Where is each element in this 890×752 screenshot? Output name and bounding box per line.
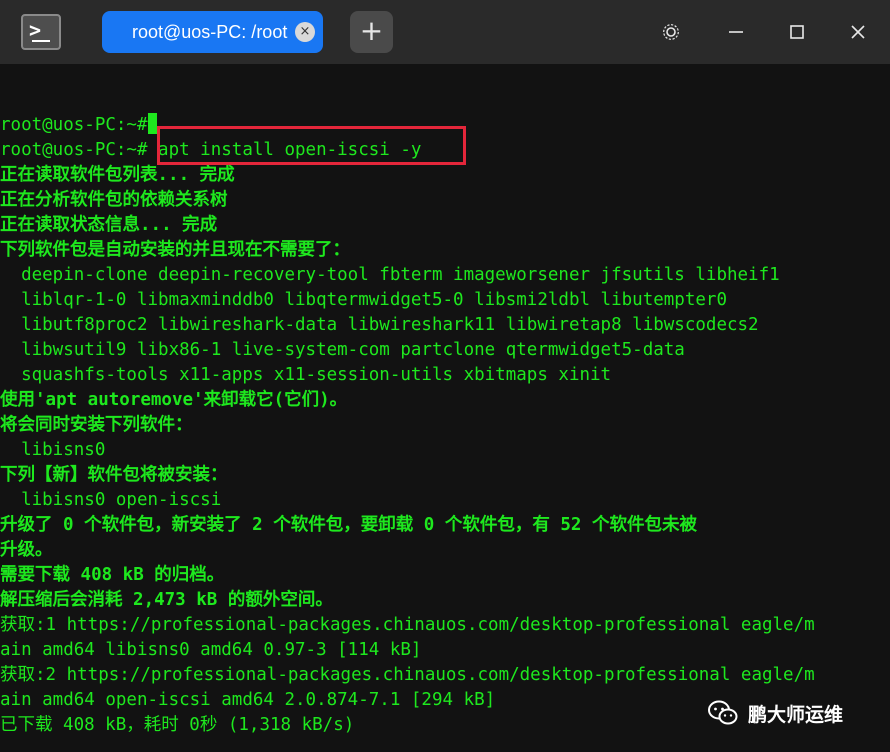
title-bar: > root@uos-PC: /root × + (0, 0, 890, 64)
terminal-line: libutf8proc2 libwireshark-data libwiresh… (0, 315, 759, 335)
terminal-line: 下列【新】软件包将被安装： (0, 465, 228, 485)
settings-icon (663, 24, 679, 40)
wechat-icon (708, 700, 738, 725)
terminal-line: 使用'apt autoremove'来卸载它(它们)。 (0, 390, 348, 410)
maximize-icon (790, 25, 804, 39)
terminal-line: libisns0 open-iscsi (0, 490, 222, 510)
terminal-line: liblqr-1-0 libmaxminddb0 libqtermwidget5… (0, 290, 727, 310)
tab-close-icon[interactable]: × (295, 22, 315, 42)
watermark: 鹏大师运维 (708, 696, 843, 730)
terminal-line: 正在读取软件包列表... 完成 (0, 165, 235, 185)
close-window-button[interactable] (841, 16, 875, 48)
terminal-line: 下列软件包是自动安装的并且现在不需要了： (0, 240, 350, 260)
terminal-line: 升级了 0 个软件包，新安装了 2 个软件包，要卸载 0 个软件包，有 52 个… (0, 515, 697, 535)
command-highlight-box (157, 126, 466, 165)
watermark-text: 鹏大师运维 (748, 703, 844, 726)
terminal-line: ain amd64 open-iscsi amd64 2.0.874-7.1 [… (0, 690, 496, 710)
close-icon (851, 25, 865, 39)
terminal-line: 获取:2 https://professional-packages.china… (0, 665, 815, 685)
terminal-line: 解压缩后会消耗 2,473 kB 的额外空间。 (0, 590, 333, 610)
terminal-line: deepin-clone deepin-recovery-tool fbterm… (0, 265, 780, 285)
terminal-line: 已下载 408 kB，耗时 0秒 (1,318 kB/s) (0, 715, 355, 735)
terminal-line: 升级。 (0, 540, 53, 560)
minimize-button[interactable] (719, 16, 753, 48)
terminal-line: 需要下载 408 kB 的归档。 (0, 565, 225, 585)
maximize-button[interactable] (780, 16, 814, 48)
terminal-line: 正在分析软件包的依赖关系树 (0, 190, 228, 210)
tab-label: root@uos-PC: /root (132, 22, 288, 42)
terminal-line: ain amd64 libisns0 amd64 0.97-3 [114 kB] (0, 640, 422, 660)
terminal-line: libwsutil9 libx86-1 live-system-com part… (0, 340, 685, 360)
terminal-line: 正在读取状态信息... 完成 (0, 215, 218, 235)
tab-root[interactable]: root@uos-PC: /root × (102, 11, 323, 53)
terminal-line: root@uos-PC:~# (0, 113, 157, 138)
terminal-line: 获取:1 https://professional-packages.china… (0, 615, 815, 635)
add-tab-button[interactable]: + (350, 11, 393, 53)
terminal-icon[interactable]: > (21, 14, 61, 50)
minimize-icon (729, 31, 743, 33)
terminal-line: squashfs-tools x11-apps x11-session-util… (0, 365, 612, 385)
window-menu-button[interactable] (654, 16, 688, 48)
text-cursor (147, 113, 157, 134)
terminal-line: 将会同时安装下列软件： (0, 415, 193, 435)
terminal-line: libisns0 (0, 440, 106, 460)
